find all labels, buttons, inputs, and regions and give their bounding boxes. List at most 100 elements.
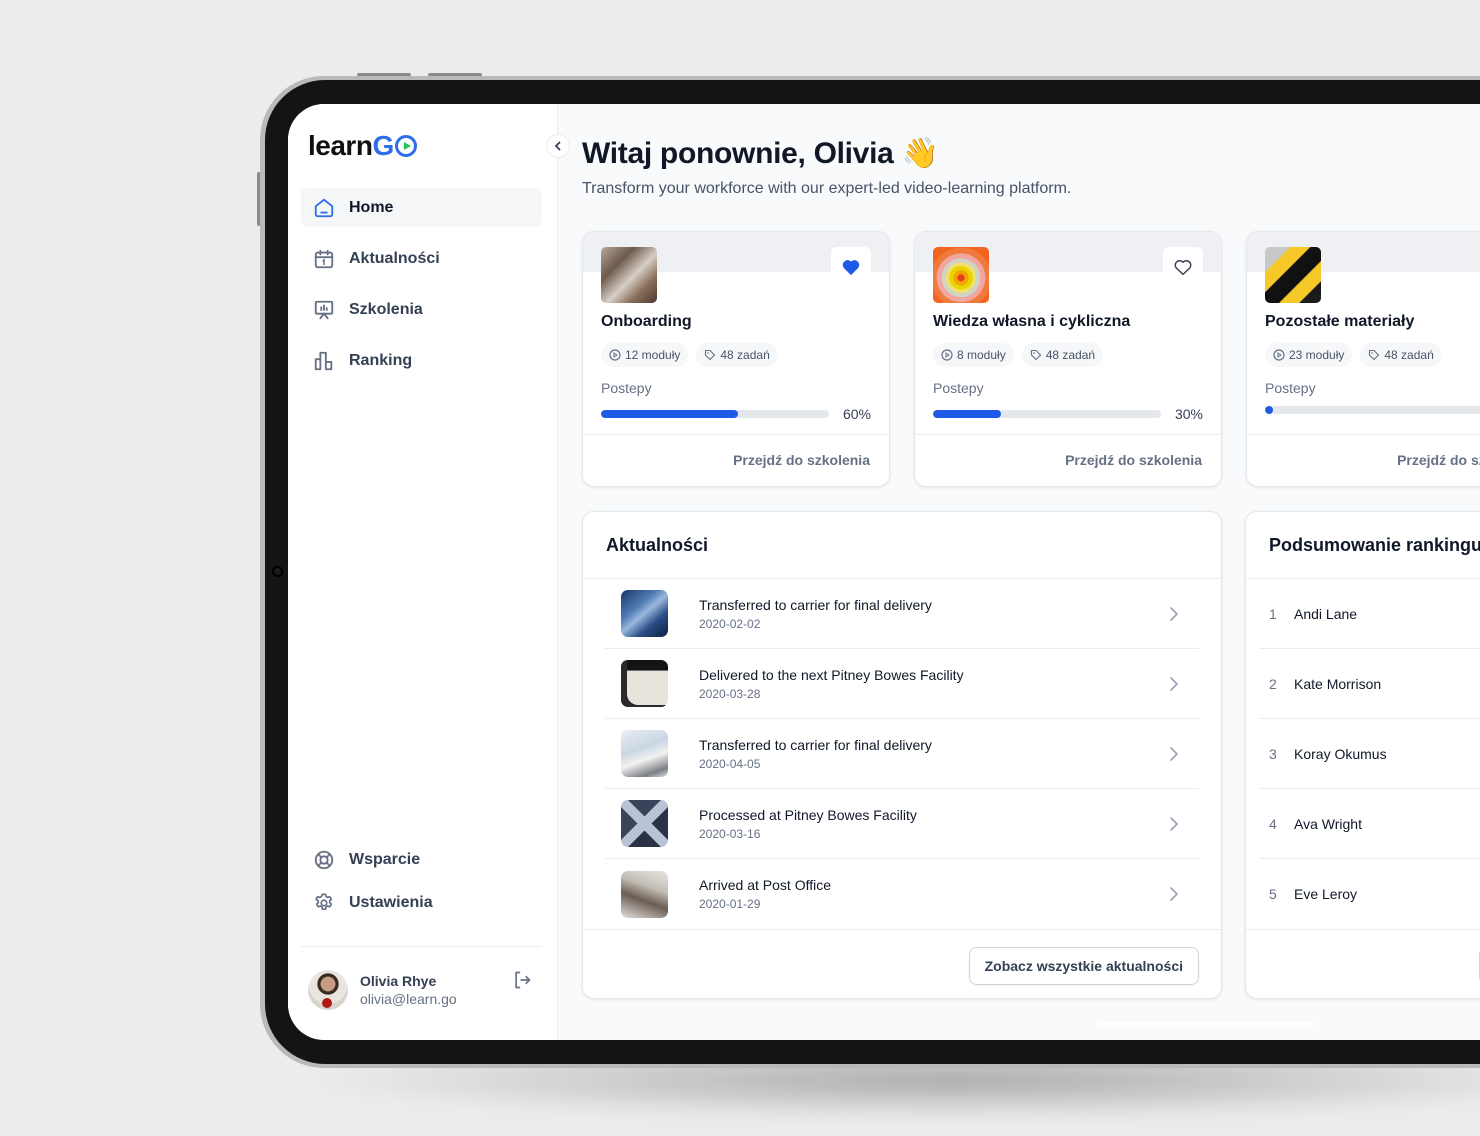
course-card[interactable]: Pozostałe materiały 23 moduły 48 zadań P… — [1246, 231, 1480, 487]
news-title: Transferred to carrier for final deliver… — [699, 596, 932, 613]
sidebar-item-label: Ranking — [349, 351, 413, 369]
news-date: 2020-01-29 — [699, 897, 761, 911]
main-content: ◆ 100% Witaj ponownie, Olivia 👋 Transfor… — [582, 104, 1480, 1040]
ranking-row[interactable]: 1 Andi Lane — [1260, 579, 1480, 649]
news-date: 2020-03-28 — [699, 686, 761, 701]
news-item[interactable]: Processed at Pitney Bowes Facility 2020-… — [605, 789, 1199, 859]
progress-percent: 60% — [842, 406, 871, 422]
presentation-icon — [313, 299, 335, 321]
sidebar-item-home[interactable]: Home — [301, 188, 542, 227]
logo[interactable]: learn G — [308, 130, 417, 162]
sidebar-item-ustawienia[interactable]: Ustawienia — [301, 883, 542, 922]
rank-number: 3 — [1269, 745, 1277, 762]
go-to-course-link[interactable]: Przejdź do szkolenia — [733, 452, 870, 468]
sidebar-item-aktualnosci[interactable]: Aktualności — [301, 239, 542, 278]
sidebar-item-wsparcie[interactable]: Wsparcie — [301, 840, 542, 879]
rank-name: Koray Okumus — [1294, 745, 1387, 762]
progress-label: Postepy — [1265, 380, 1316, 396]
ranking-panel: Podsumowanie rankingu 1 Andi Lane 2 Kate… — [1245, 511, 1480, 999]
chevron-right-icon — [1170, 747, 1179, 761]
news-title: Arrived at Post Office — [699, 877, 832, 893]
tasks-chip: 48 zadań — [696, 343, 778, 367]
home-indicator[interactable] — [1098, 1022, 1314, 1027]
course-card[interactable]: Wiedza własna i cykliczna 8 moduły 48 za… — [914, 231, 1222, 487]
course-thumbnail — [1265, 247, 1321, 303]
news-panel: Aktualności Transferred to carrier for f… — [582, 511, 1222, 999]
course-thumbnail — [933, 247, 989, 303]
chevron-left-icon — [554, 141, 561, 151]
avatar[interactable] — [308, 970, 348, 1010]
progress-bar — [1265, 406, 1480, 414]
see-all-news-button[interactable]: Zobacz wszystkie aktualności — [968, 947, 1199, 985]
go-to-course-link[interactable]: Przejdź do szkolenia — [1397, 452, 1480, 468]
news-title: Processed at Pitney Bowes Facility — [699, 806, 917, 823]
user-email: olivia@learn.go — [360, 991, 457, 1007]
news-item[interactable]: Transferred to carrier for final deliver… — [605, 719, 1199, 789]
bar-chart-icon — [313, 350, 335, 372]
chevron-right-icon — [1170, 607, 1179, 621]
ranking-row[interactable]: 5 Eve Leroy — [1260, 859, 1480, 929]
sidebar-bottom-nav: Wsparcie Ustawienia — [301, 840, 542, 926]
tasks-chip: 48 zadań — [1360, 343, 1442, 367]
go-to-course-link[interactable]: Przejdź do szkolenia — [1065, 452, 1202, 468]
modules-chip: 8 moduły — [933, 343, 1014, 367]
ranking-panel-title: Podsumowanie rankingu — [1269, 535, 1480, 555]
play-logo-icon — [394, 135, 417, 157]
sidebar-nav: Home Aktualności Szkolenia Ranking — [301, 188, 542, 392]
rank-number: 2 — [1269, 675, 1277, 692]
app-screen: learn G Home Aktualności Szkolenia Ranki… — [288, 104, 1480, 1040]
news-item[interactable]: Arrived at Post Office 2020-01-29 — [605, 859, 1199, 929]
rank-name: Eve Leroy — [1294, 886, 1358, 902]
modules-chip: 12 moduły — [601, 343, 689, 367]
news-thumbnail — [621, 870, 668, 918]
sidebar-item-ranking[interactable]: Ranking — [301, 341, 542, 380]
play-circle-icon — [609, 349, 621, 361]
course-title: Wiedza własna i cykliczna — [933, 313, 1131, 330]
news-thumbnail — [621, 800, 668, 847]
news-date: 2020-02-02 — [699, 616, 761, 631]
sidebar-item-label: Wsparcie — [349, 850, 421, 868]
news-list: Transferred to carrier for final deliver… — [605, 579, 1199, 929]
sidebar-item-label: Szkolenia — [349, 300, 423, 318]
favorite-button[interactable] — [1163, 247, 1203, 287]
ranking-row[interactable]: 4 Ava Wright — [1260, 789, 1480, 859]
rank-name: Kate Morrison — [1294, 675, 1382, 692]
sidebar-item-label: Home — [349, 198, 394, 216]
sidebar-item-szkolenia[interactable]: Szkolenia — [301, 290, 542, 329]
heart-filled-icon — [842, 260, 860, 276]
lifebuoy-icon — [313, 849, 335, 871]
modules-chip: 23 moduły — [1265, 343, 1353, 367]
tag-icon — [705, 349, 716, 361]
course-thumbnail — [601, 247, 657, 303]
rank-name: Andi Lane — [1294, 605, 1358, 622]
tasks-chip: 48 zadań — [1021, 343, 1104, 367]
news-thumbnail — [621, 730, 668, 777]
user-name: Olivia Rhye — [360, 973, 437, 989]
course-cards: Onboarding 12 moduły 48 zadań Postepy 60… — [582, 231, 1480, 487]
sidebar: learn G Home Aktualności Szkolenia Ranki… — [288, 104, 558, 1040]
news-item[interactable]: Transferred to carrier for final deliver… — [605, 579, 1199, 649]
page-subtitle: Transform your workforce with our expert… — [582, 180, 1072, 197]
news-thumbnail — [621, 590, 668, 637]
logout-icon[interactable] — [512, 970, 534, 992]
progress-percent: 30% — [1174, 406, 1203, 422]
collapse-sidebar-button[interactable] — [546, 134, 570, 158]
camera-icon — [272, 566, 283, 577]
favorite-button[interactable] — [831, 247, 871, 287]
news-title: Delivered to the next Pitney Bowes Facil… — [699, 666, 964, 683]
wave-icon: 👋 — [901, 137, 939, 170]
rank-number: 5 — [1269, 886, 1277, 902]
user-profile[interactable]: Olivia Rhye olivia@learn.go — [308, 968, 538, 1012]
course-card[interactable]: Onboarding 12 moduły 48 zadań Postepy 60… — [582, 231, 890, 487]
progress-label: Postepy — [601, 380, 652, 396]
progress-bar — [601, 410, 829, 418]
ranking-row[interactable]: 3 Koray Okumus — [1260, 719, 1480, 789]
page-title: Witaj ponownie, Olivia 👋 — [582, 137, 939, 170]
chevron-right-icon — [1170, 817, 1179, 831]
ranking-row[interactable]: 2 Kate Morrison — [1260, 649, 1480, 719]
calendar-icon — [313, 248, 335, 270]
news-item[interactable]: Delivered to the next Pitney Bowes Facil… — [605, 649, 1199, 719]
tag-icon — [1030, 349, 1041, 361]
rank-number: 4 — [1269, 815, 1277, 832]
ranking-list: 1 Andi Lane 2 Kate Morrison 3 Koray Okum… — [1260, 579, 1480, 929]
